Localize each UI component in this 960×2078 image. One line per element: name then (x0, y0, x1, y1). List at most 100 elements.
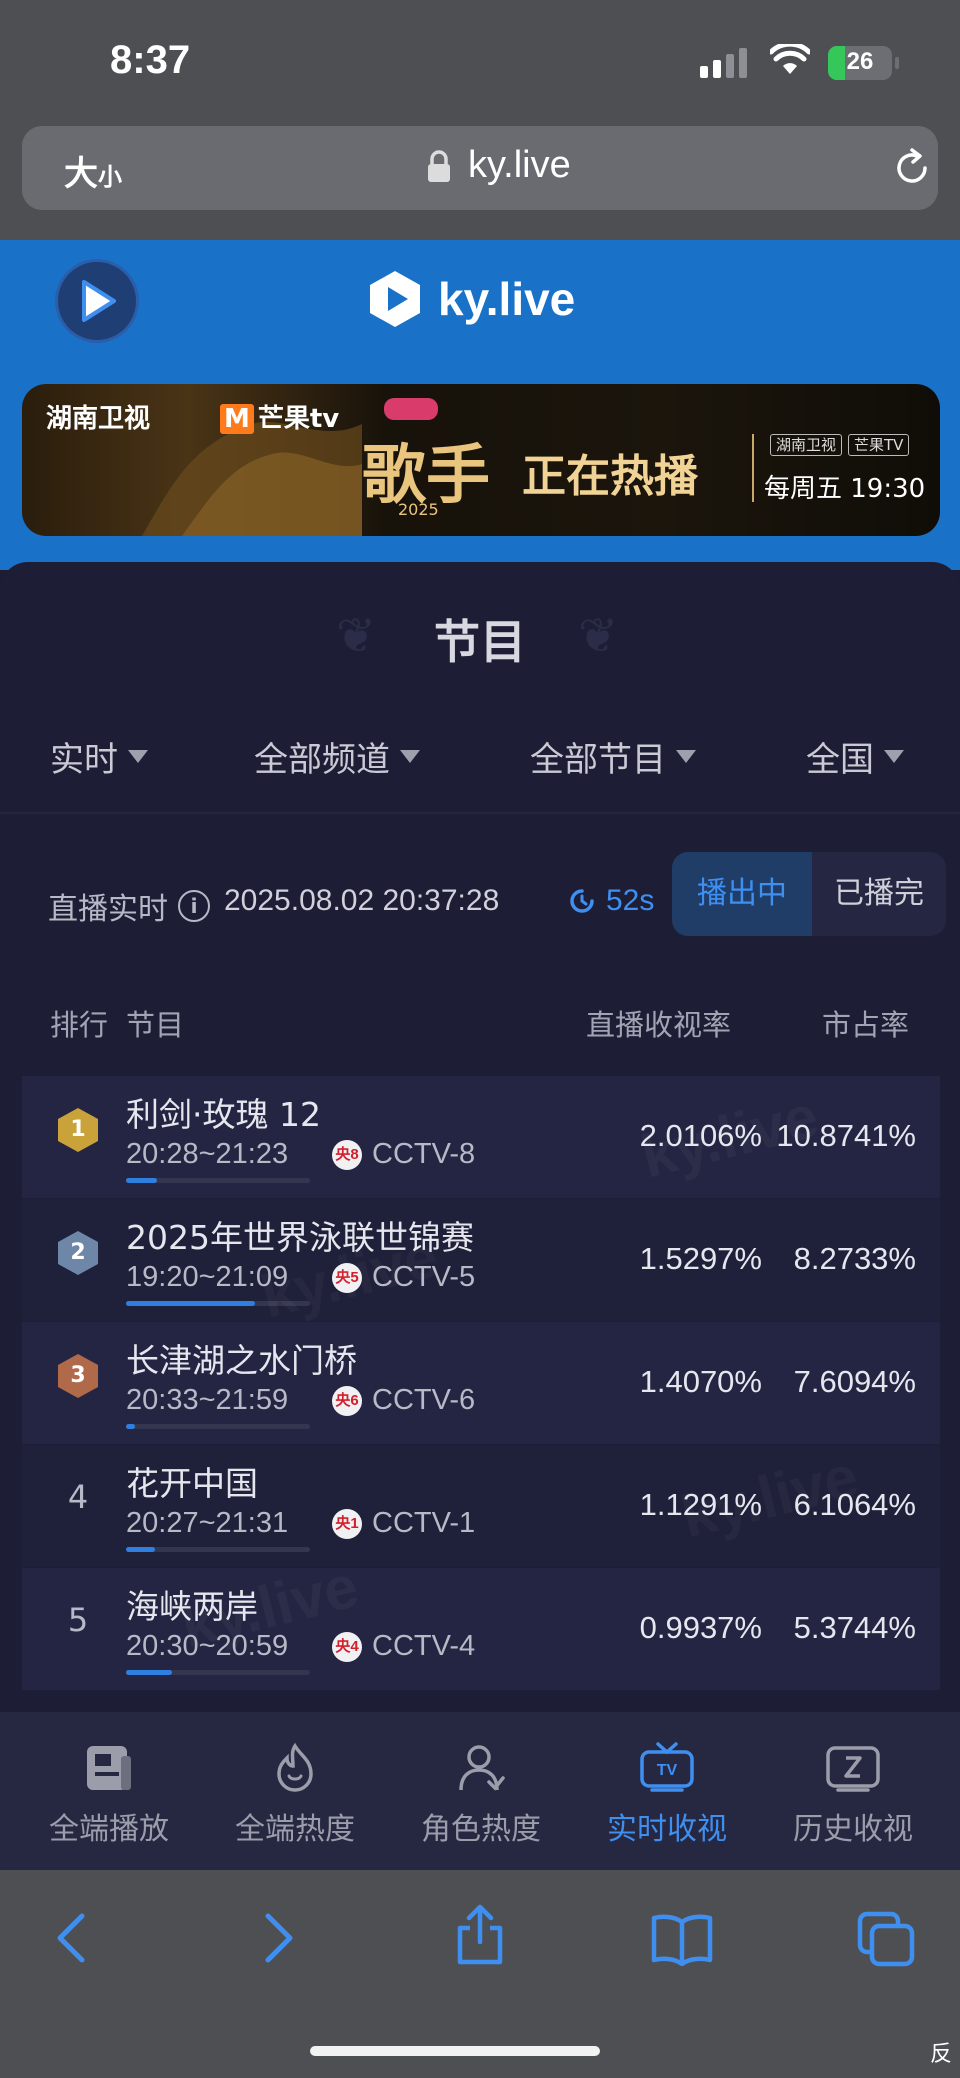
program-progress-bar (126, 1670, 310, 1675)
share-value: 7.6094% (793, 1364, 916, 1399)
panel-title: 节目 (434, 615, 526, 669)
program-time: 20:33~21:59 (126, 1384, 289, 1416)
back-arrow-icon[interactable] (52, 1910, 92, 1966)
filter-channel-dropdown[interactable]: 全部频道 (254, 732, 420, 781)
table-row[interactable]: 5 海峡两岸 20:30~20:59 央4 CCTV-4 0.9937% 5.3… (22, 1568, 940, 1690)
status-bar: 8:37 26 (0, 0, 960, 120)
nav-all-playback[interactable]: 全端播放 (14, 1742, 204, 1848)
address-bar[interactable]: 大小 ky.live (22, 126, 938, 210)
share-value: 5.3744% (793, 1610, 916, 1645)
refresh-timer-icon (570, 889, 594, 913)
info-icon[interactable]: i (178, 890, 210, 922)
dropdown-arrow-icon (676, 750, 696, 763)
rank-cell: 4 (58, 1477, 98, 1517)
show-year: 2025 (398, 500, 439, 519)
reload-icon[interactable] (892, 148, 932, 188)
rank-cell: 5 (58, 1600, 98, 1640)
url-text: ky.live (468, 144, 571, 186)
table-row[interactable]: 2 2025年世界泳联世锦赛 19:20~21:09 央5 CCTV-5 1.5… (22, 1199, 940, 1321)
rank-medal-icon: 2 (58, 1231, 98, 1275)
battery-icon: 26 (828, 46, 892, 80)
header-share[interactable]: 市占率 (822, 1002, 909, 1044)
header-rating[interactable]: 直播收视率 (586, 1002, 731, 1044)
play-board-icon (87, 1746, 131, 1790)
live-label: 直播实时 i (48, 884, 210, 928)
rank-cell: 1 (58, 1108, 98, 1152)
person-icon (459, 1745, 505, 1791)
header-rank: 排行 (50, 1008, 109, 1042)
live-timestamp: 2025.08.02 20:37:28 (224, 884, 500, 917)
refresh-countdown[interactable]: 52s (568, 884, 654, 918)
rank-cell: 3 (58, 1354, 98, 1398)
table-header: 排行 节目 直播收视率 市占率 (0, 1002, 960, 1052)
live-status-bar: 直播实时 i 2025.08.02 20:37:28 52s 播出中 已播完 (0, 852, 960, 962)
app-logo-button[interactable] (58, 262, 136, 340)
rank-medal-icon: 3 (58, 1354, 98, 1398)
dropdown-arrow-icon (884, 750, 904, 763)
play-logo-icon (82, 280, 116, 322)
program-name: 利剑·玫瑰 12 (126, 1095, 321, 1134)
channel-cell: 央1 CCTV-1 (332, 1507, 475, 1540)
rank-number: 4 (67, 1478, 89, 1516)
bottom-navigation: 全端播放 全端热度 角色热度 TV 实时收视 历史收视 (0, 1712, 960, 1870)
browser-toolbar: 反 (0, 1870, 960, 2078)
mango-tv-logo: M 芒果tv (220, 398, 339, 435)
nav-realtime-ratings[interactable]: TV 实时收视 (572, 1742, 762, 1848)
program-progress-bar (126, 1178, 310, 1183)
channel-cell: 央8 CCTV-8 (332, 1138, 475, 1171)
share-value: 8.2733% (793, 1241, 916, 1276)
clock: 8:37 (110, 38, 191, 82)
progress-fill (126, 1670, 172, 1675)
program-time: 20:27~21:31 (126, 1507, 289, 1539)
program-panel: ❦ ❦ 节目 实时 全部频道 全部节目 全国 直播实时 i 2025.08.02… (0, 562, 960, 1717)
on-air-text: 正在热播 (522, 451, 698, 502)
forward-arrow-icon[interactable] (258, 1910, 298, 1966)
filter-divider (0, 812, 960, 814)
tv-icon: TV (640, 1742, 694, 1792)
tabs-icon[interactable] (856, 1910, 916, 1968)
promo-banner[interactable]: 湖南卫视 M 芒果tv 歌手 2025 正在热播 湖南卫视 芒果TV 每周五 19:… (22, 384, 940, 536)
program-name: 花开中国 (126, 1464, 258, 1503)
flame-icon (277, 1742, 313, 1792)
cctv-logo-icon: 央4 (332, 1631, 362, 1662)
channel-name: CCTV-8 (372, 1138, 476, 1170)
bookmarks-icon[interactable] (650, 1910, 714, 1966)
rank-cell: 2 (58, 1231, 98, 1275)
cellular-signal-icon (700, 48, 747, 78)
sponsor-badge (384, 398, 438, 420)
progress-fill (126, 1547, 156, 1552)
text-size-button[interactable]: 大小 (64, 146, 122, 195)
progress-fill (126, 1301, 255, 1306)
filter-time-dropdown[interactable]: 实时 (50, 732, 148, 781)
corner-label: 反 (930, 2042, 953, 2067)
battery-percent: 26 (846, 48, 874, 75)
hunan-tv-logo: 湖南卫视 (46, 404, 151, 434)
nav-all-heat[interactable]: 全端热度 (200, 1742, 390, 1848)
cctv-logo-icon: 央8 (332, 1139, 362, 1170)
svg-text:TV: TV (657, 1762, 678, 1779)
filter-region-dropdown[interactable]: 全国 (806, 732, 904, 781)
tab-on-air[interactable]: 播出中 (672, 852, 812, 936)
dropdown-arrow-icon (128, 750, 148, 763)
progress-fill (126, 1424, 136, 1429)
rating-value: 0.9937% (639, 1610, 762, 1645)
schedule-text: 每周五 19:30 (764, 474, 926, 504)
channel-name: CCTV-1 (372, 1507, 476, 1539)
ratings-table: 1 利剑·玫瑰 12 20:28~21:23 央8 CCTV-8 2.0106%… (22, 1076, 940, 1691)
share-icon[interactable] (452, 1904, 508, 1966)
cctv-logo-icon: 央6 (332, 1385, 362, 1416)
header-program: 节目 (126, 1008, 185, 1042)
home-indicator (310, 2046, 600, 2056)
browser-address-area: 大小 ky.live (0, 120, 960, 240)
rank-number: 5 (67, 1601, 89, 1639)
nav-history-ratings[interactable]: 历史收视 (758, 1742, 948, 1848)
program-name: 长津湖之水门桥 (126, 1341, 357, 1380)
table-row[interactable]: 3 长津湖之水门桥 20:33~21:59 央6 CCTV-6 1.4070% … (22, 1322, 940, 1444)
tab-finished[interactable]: 已播完 (812, 852, 946, 936)
filter-program-dropdown[interactable]: 全部节目 (530, 732, 696, 781)
brand-name: ky.live (438, 273, 576, 325)
nav-role-heat[interactable]: 角色热度 (386, 1742, 576, 1848)
banner-divider (752, 434, 754, 502)
filter-bar: 实时 全部频道 全部节目 全国 (0, 732, 960, 802)
site-brand[interactable]: ky.live (366, 268, 575, 330)
